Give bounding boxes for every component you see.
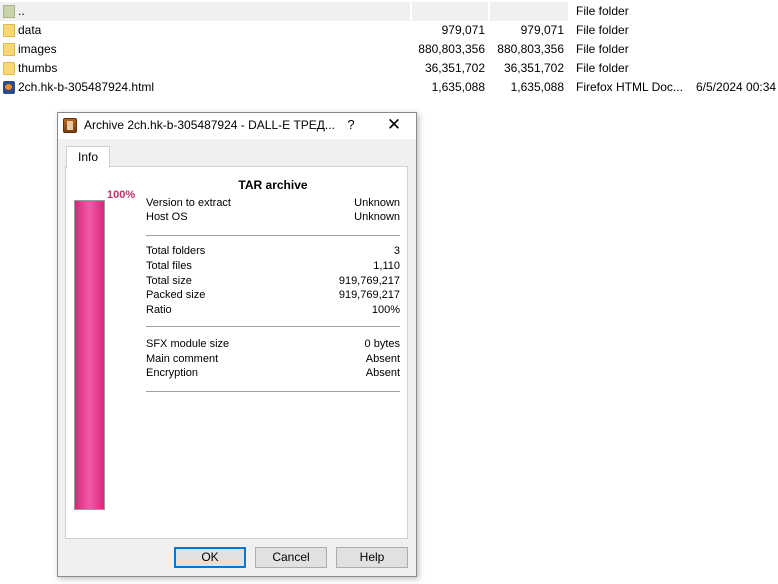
file-name: ..: [18, 4, 25, 18]
selection-cell: [412, 2, 488, 21]
file-name: thumbs: [18, 61, 58, 75]
divider: [146, 326, 400, 327]
ok-button[interactable]: OK: [174, 547, 246, 568]
info-value: Absent: [365, 353, 400, 365]
close-icon[interactable]: ✕: [384, 115, 404, 135]
file-type: File folder: [576, 23, 629, 37]
folder-icon: [3, 62, 15, 75]
info-label: Ratio: [146, 304, 172, 316]
file-type: File folder: [576, 61, 629, 75]
info-row-total-folders: Total folders 3: [146, 244, 400, 258]
info-value: 100%: [371, 304, 400, 316]
file-name: images: [18, 42, 57, 56]
file-name: 2ch.hk-b-305487924.html: [18, 80, 155, 94]
html-file-icon: [3, 81, 15, 94]
info-row-sfx: SFX module size 0 bytes: [146, 337, 400, 351]
info-row-host-os: Host OS Unknown: [146, 210, 400, 224]
info-value: Unknown: [354, 211, 400, 223]
selection-cell: [490, 2, 568, 21]
info-value: 3: [393, 245, 400, 257]
file-row-parent[interactable]: .. File folder: [0, 2, 629, 21]
dialog-title: Archive 2ch.hk-b-305487924 - DALL-E ТРЕД…: [84, 118, 335, 132]
file-row-data[interactable]: data 979,071 979,071 File folder: [0, 21, 778, 40]
divider: [146, 391, 400, 392]
info-value: 919,769,217: [338, 289, 400, 301]
help-icon[interactable]: ?: [344, 117, 358, 132]
dialog-titlebar[interactable]: Archive 2ch.hk-b-305487924 - DALL-E ТРЕД…: [58, 113, 416, 139]
info-value: Unknown: [354, 197, 400, 209]
file-size: 880,803,356: [418, 42, 485, 56]
folder-icon: [3, 43, 15, 56]
file-row-thumbs[interactable]: thumbs 36,351,702 36,351,702 File folder: [0, 59, 778, 78]
file-packed-size: 1,635,088: [510, 80, 564, 94]
file-size: 979,071: [441, 23, 485, 37]
info-row-encryption: Encryption Absent: [146, 366, 400, 380]
info-label: Total folders: [146, 245, 206, 257]
file-packed-size: 880,803,356: [497, 42, 564, 56]
ratio-bar: [74, 200, 105, 510]
file-size: 1,635,088: [431, 80, 485, 94]
info-value: Absent: [365, 367, 400, 379]
info-row-packed-size: Packed size 919,769,217: [146, 288, 400, 302]
archive-type: TAR archive: [238, 178, 308, 192]
ratio-bar-fill: [75, 201, 104, 509]
info-label: Version to extract: [146, 197, 231, 209]
file-row-html[interactable]: 2ch.hk-b-305487924.html 1,635,088 1,635,…: [0, 78, 778, 97]
info-label: Total files: [146, 260, 192, 272]
info-label: SFX module size: [146, 338, 230, 350]
file-modified: 6/5/2024 00:34: [696, 80, 777, 94]
file-type: File folder: [576, 42, 629, 56]
info-value: 1,110: [373, 260, 400, 272]
info-row-total-files: Total files 1,110: [146, 259, 400, 273]
file-packed-size: 36,351,702: [503, 61, 564, 75]
file-row-images[interactable]: images 880,803,356 880,803,356 File fold…: [0, 40, 778, 59]
divider: [146, 235, 400, 236]
cancel-button[interactable]: Cancel: [255, 547, 327, 568]
file-type: File folder: [576, 4, 629, 18]
tab-info[interactable]: Info: [66, 146, 110, 168]
info-value: 919,769,217: [338, 275, 400, 287]
info-label: Encryption: [146, 367, 198, 379]
info-label: Main comment: [146, 353, 219, 365]
file-type: Firefox HTML Doc...: [576, 80, 683, 94]
info-label: Packed size: [146, 289, 206, 301]
info-row-ratio: Ratio 100%: [146, 303, 400, 317]
info-label: Host OS: [146, 211, 188, 223]
progress-label: 100%: [107, 189, 136, 201]
file-name: data: [18, 23, 42, 37]
help-button[interactable]: Help: [336, 547, 408, 568]
info-row-total-size: Total size 919,769,217: [146, 274, 400, 288]
file-packed-size: 979,071: [520, 23, 564, 37]
archive-app-icon: [63, 118, 77, 133]
up-folder-icon: [3, 5, 15, 18]
info-row-main-comment: Main comment Absent: [146, 352, 400, 366]
info-row-version: Version to extract Unknown: [146, 196, 400, 210]
info-label: Total size: [146, 275, 192, 287]
file-size: 36,351,702: [424, 61, 485, 75]
archive-info-dialog: Archive 2ch.hk-b-305487924 - DALL-E ТРЕД…: [57, 112, 417, 577]
info-panel: 100% TAR archive Version to extract Unkn…: [65, 166, 408, 539]
info-value: 0 bytes: [364, 338, 400, 350]
folder-icon: [3, 24, 15, 37]
file-list: .. File folder data 979,071 979,071 File…: [0, 2, 778, 97]
